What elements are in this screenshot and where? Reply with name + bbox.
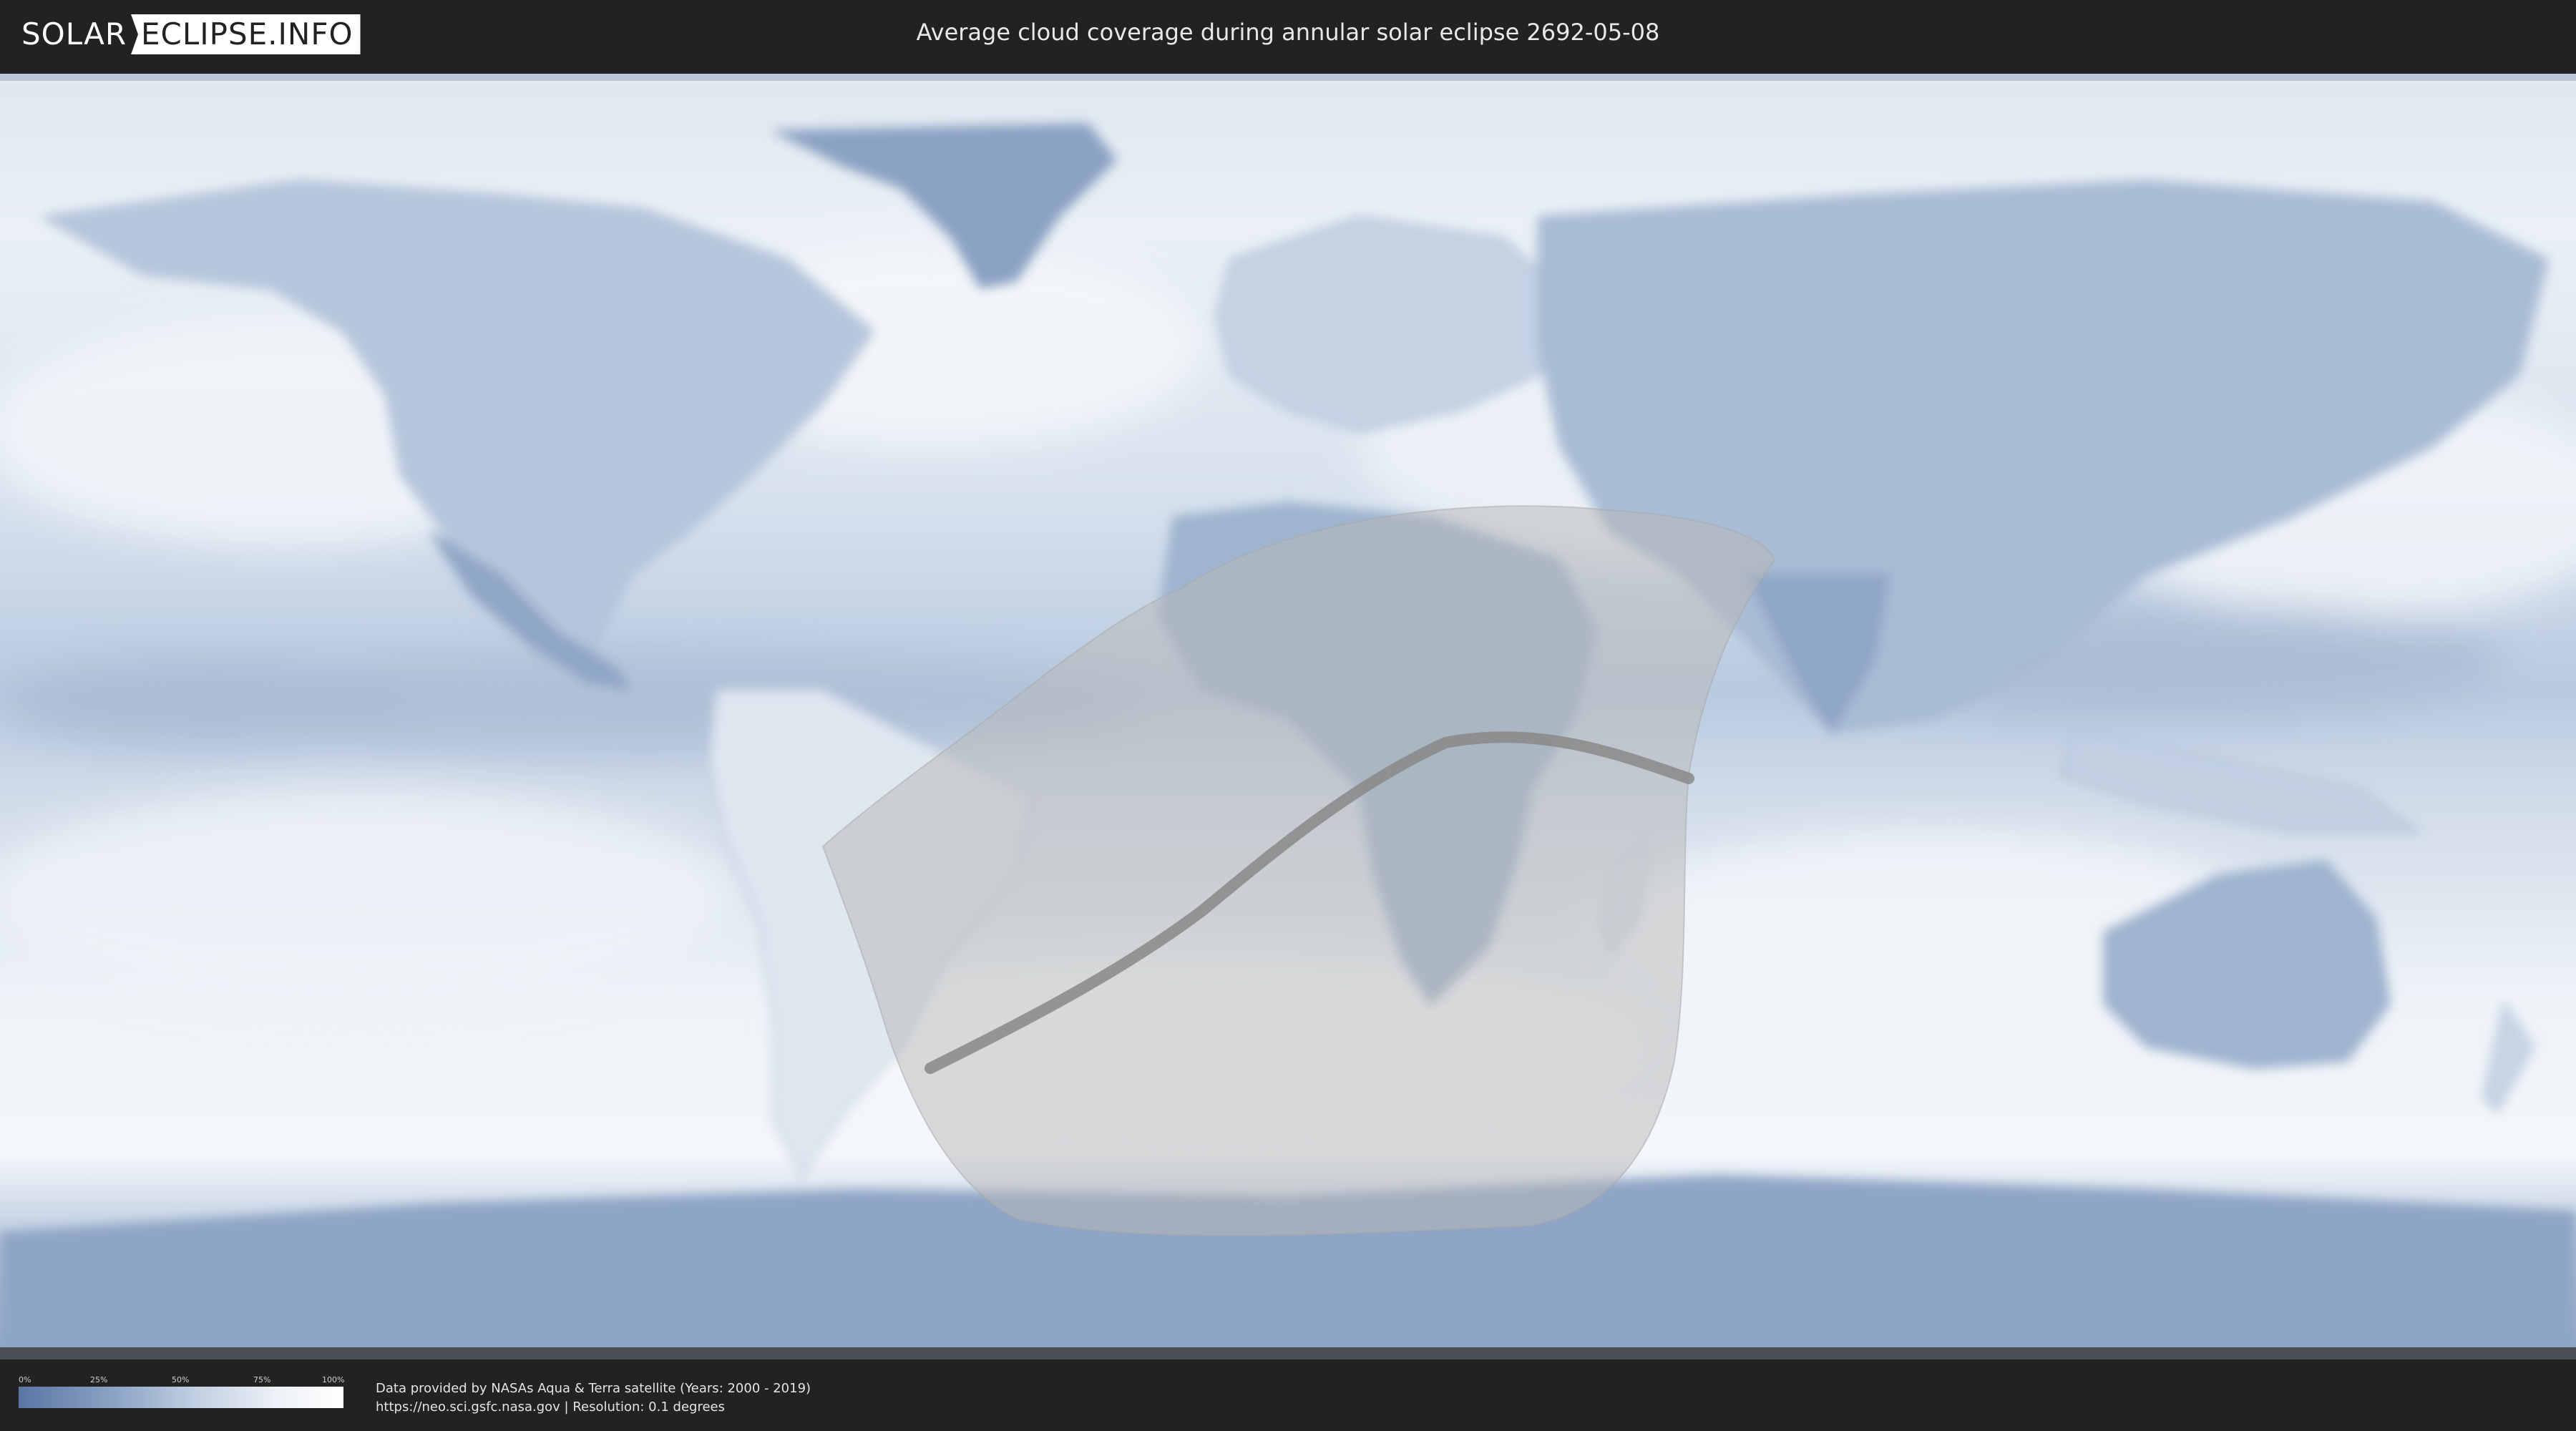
map-bottom-edge bbox=[0, 1347, 2576, 1359]
cloud-coverage-map[interactable] bbox=[0, 74, 2576, 1359]
header-bar: SOLAR ECLIPSE.INFO Average cloud coverag… bbox=[0, 0, 2576, 72]
map-canvas bbox=[0, 74, 2576, 1359]
page-title: Average cloud coverage during annular so… bbox=[916, 19, 1660, 46]
legend-tick-75: 75% bbox=[253, 1375, 271, 1384]
legend-tick-25: 25% bbox=[90, 1375, 108, 1384]
map-top-edge bbox=[0, 74, 2576, 81]
legend-ticks: 0% 25% 50% 75% 100% bbox=[19, 1375, 345, 1387]
data-attribution: Data provided by NASAs Aqua & Terra sate… bbox=[376, 1379, 811, 1417]
legend-tick-50: 50% bbox=[172, 1375, 190, 1384]
legend-color-bar bbox=[19, 1387, 343, 1408]
attribution-line-2[interactable]: https://neo.sci.gsfc.nasa.gov | Resoluti… bbox=[376, 1398, 811, 1417]
footer-bar: 0% 25% 50% 75% 100% Data provided by NAS… bbox=[0, 1359, 2576, 1431]
legend-tick-0: 0% bbox=[19, 1375, 31, 1384]
cloud-coverage-legend: 0% 25% 50% 75% 100% bbox=[19, 1375, 345, 1408]
legend-tick-100: 100% bbox=[322, 1375, 345, 1384]
attribution-line-1: Data provided by NASAs Aqua & Terra sate… bbox=[376, 1381, 811, 1396]
